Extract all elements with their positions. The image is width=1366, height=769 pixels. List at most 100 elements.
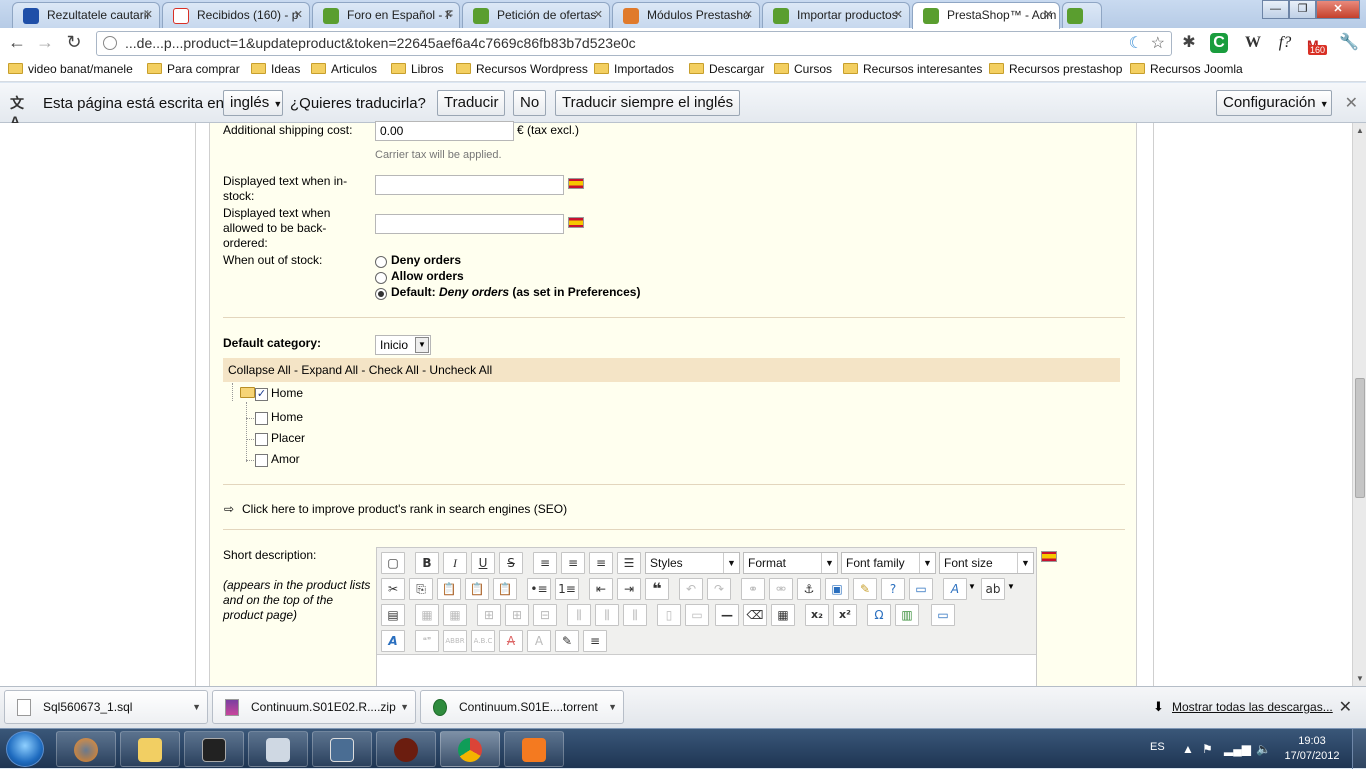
bold-button[interactable]: B	[415, 552, 439, 574]
copy-icon[interactable]: ⎘	[409, 578, 433, 600]
subscript-icon[interactable]: x₂	[805, 604, 829, 626]
styles-select[interactable]: Styles ▼	[645, 552, 740, 574]
visual-chars-icon[interactable]: ≡	[583, 630, 607, 652]
table-cell-props-icon[interactable]: ▦	[443, 604, 467, 626]
merge-cells-icon[interactable]: ▭	[685, 604, 709, 626]
tab-2[interactable]: Recibidos (160) - p ✕	[162, 2, 310, 28]
split-cells-icon[interactable]: ▯	[657, 604, 681, 626]
download-item[interactable]: Continuum.S01E....torrent ▼	[420, 690, 624, 724]
forward-button[interactable]: →	[34, 32, 56, 54]
chevron-down-icon[interactable]: ▼	[1007, 582, 1015, 591]
cleanup-icon[interactable]: ✎	[853, 578, 877, 600]
show-desktop-button[interactable]	[1352, 729, 1366, 769]
underline-button[interactable]: U	[471, 552, 495, 574]
tab-7-active[interactable]: PrestaShop™ - Adm ✕	[912, 2, 1060, 29]
paste-word-icon[interactable]: 📋	[493, 578, 517, 600]
category-checkbox[interactable]	[255, 412, 268, 425]
tab-6[interactable]: Importar productos ✕	[762, 2, 910, 28]
insert-row-after-icon[interactable]: ⊞	[505, 604, 529, 626]
tab-4[interactable]: Petición de ofertas ✕	[462, 2, 610, 28]
taskbar-diablo[interactable]	[376, 731, 436, 767]
close-icon[interactable]: ✕	[144, 3, 153, 27]
close-icon[interactable]: ✕	[1339, 697, 1352, 717]
wikipedia-icon[interactable]: W	[1242, 33, 1264, 53]
tab-1[interactable]: Rezultatele cautarii ✕	[12, 2, 160, 28]
bookmark-folder[interactable]: Recursos Joomla	[1130, 62, 1243, 76]
configuration-button[interactable]: Configuración ▼	[1216, 90, 1332, 116]
gmail-checker-icon[interactable]: M 160	[1306, 33, 1328, 55]
bookmark-folder[interactable]: Para comprar	[147, 62, 240, 76]
link-icon[interactable]: ⚭	[741, 578, 765, 600]
backorder-text-input[interactable]	[375, 214, 564, 234]
attributes-icon[interactable]: ✎	[555, 630, 579, 652]
instock-text-input[interactable]	[375, 175, 564, 195]
cite-icon[interactable]: ❝❞	[415, 630, 439, 652]
close-icon[interactable]: ✕	[444, 3, 453, 27]
volume-icon[interactable]: 🔈	[1256, 742, 1271, 756]
tray-expand-icon[interactable]: ▲	[1182, 742, 1194, 756]
font-size-select[interactable]: Font size ▼	[939, 552, 1034, 574]
default-category-select[interactable]: Inicio ▼	[375, 335, 431, 355]
network-icon[interactable]: ▂▄▆	[1224, 742, 1251, 756]
bookmark-folder[interactable]: Descargar	[689, 62, 764, 76]
taskbar-explorer[interactable]	[120, 731, 180, 767]
minimize-button[interactable]: —	[1262, 0, 1289, 19]
spanish-flag-icon[interactable]	[568, 178, 584, 189]
remove-format-icon[interactable]: ⌫	[743, 604, 767, 626]
close-icon[interactable]: ✕	[594, 3, 603, 27]
table-icon[interactable]: ▦	[771, 604, 795, 626]
taskbar-xampp[interactable]	[504, 731, 564, 767]
delete-text-icon[interactable]: A	[499, 630, 523, 652]
close-window-button[interactable]: ✕	[1316, 0, 1360, 19]
insert-text-icon[interactable]: A	[527, 630, 551, 652]
close-icon[interactable]: ✕	[744, 3, 753, 27]
moon-icon[interactable]: ☾	[1129, 32, 1143, 55]
undo-icon[interactable]: ↶	[679, 578, 703, 600]
default-orders-radio[interactable]	[375, 288, 387, 300]
redo-icon[interactable]: ↷	[707, 578, 731, 600]
help-icon[interactable]: ?	[881, 578, 905, 600]
anchor-icon[interactable]: ⚓	[797, 578, 821, 600]
bookmark-folder[interactable]: Ideas	[251, 62, 300, 76]
bookmark-star-icon[interactable]: ☆	[1151, 32, 1165, 55]
acronym-icon[interactable]: A.B.C	[471, 630, 495, 652]
align-center-icon[interactable]: ≡	[561, 552, 585, 574]
numbered-list-icon[interactable]: 1≡	[555, 578, 579, 600]
horizontal-rule-icon[interactable]: —	[715, 604, 739, 626]
bookmark-folder[interactable]: Recursos Wordpress	[456, 62, 588, 76]
text-color-icon[interactable]: A	[943, 578, 967, 600]
language-indicator[interactable]: ES	[1150, 741, 1165, 753]
unlink-icon[interactable]: ⚮	[769, 578, 793, 600]
shipping-cost-input[interactable]: 0.00	[375, 121, 514, 141]
category-checkbox[interactable]	[255, 433, 268, 446]
show-all-downloads-link[interactable]: Mostrar todas las descargas...	[1172, 700, 1333, 714]
align-justify-icon[interactable]: ☰	[617, 552, 641, 574]
translate-button[interactable]: Traducir	[437, 90, 506, 116]
align-right-icon[interactable]: ≡	[589, 552, 613, 574]
cut-icon[interactable]: ✂	[381, 578, 405, 600]
strikethrough-button[interactable]: S	[499, 552, 523, 574]
bookmark-folder[interactable]: Libros	[391, 62, 444, 76]
system-clock[interactable]: 19:03 17/07/2012	[1280, 734, 1344, 764]
chevron-down-icon[interactable]: ▼	[192, 691, 201, 723]
special-char-icon[interactable]: Ω	[867, 604, 891, 626]
taskbar-chrome[interactable]	[440, 731, 500, 767]
styleprops-icon[interactable]: A	[381, 630, 405, 652]
italic-button[interactable]: I	[443, 552, 467, 574]
tab-3[interactable]: Foro en Español - F ✕	[312, 2, 460, 28]
outdent-icon[interactable]: ⇤	[589, 578, 613, 600]
html-source-icon[interactable]: ▭	[909, 578, 933, 600]
scroll-down-icon[interactable]: ▼	[1355, 674, 1365, 683]
taskbar-game[interactable]	[184, 731, 244, 767]
language-select[interactable]: inglés ▼	[223, 90, 283, 116]
download-item[interactable]: Sql560673_1.sql ▼	[4, 690, 208, 724]
back-button[interactable]: ←	[6, 32, 28, 54]
bookmark-folder[interactable]: Recursos interesantes	[843, 62, 982, 76]
close-icon[interactable]: ✕	[294, 3, 303, 27]
scrollbar-thumb[interactable]	[1355, 378, 1365, 498]
function-icon[interactable]: f?	[1274, 33, 1296, 53]
taskbar-calculator[interactable]	[248, 731, 308, 767]
new-tab-button[interactable]	[1062, 2, 1102, 28]
reload-button[interactable]: ↻	[63, 32, 85, 54]
insert-time-icon[interactable]: ▤	[381, 604, 405, 626]
